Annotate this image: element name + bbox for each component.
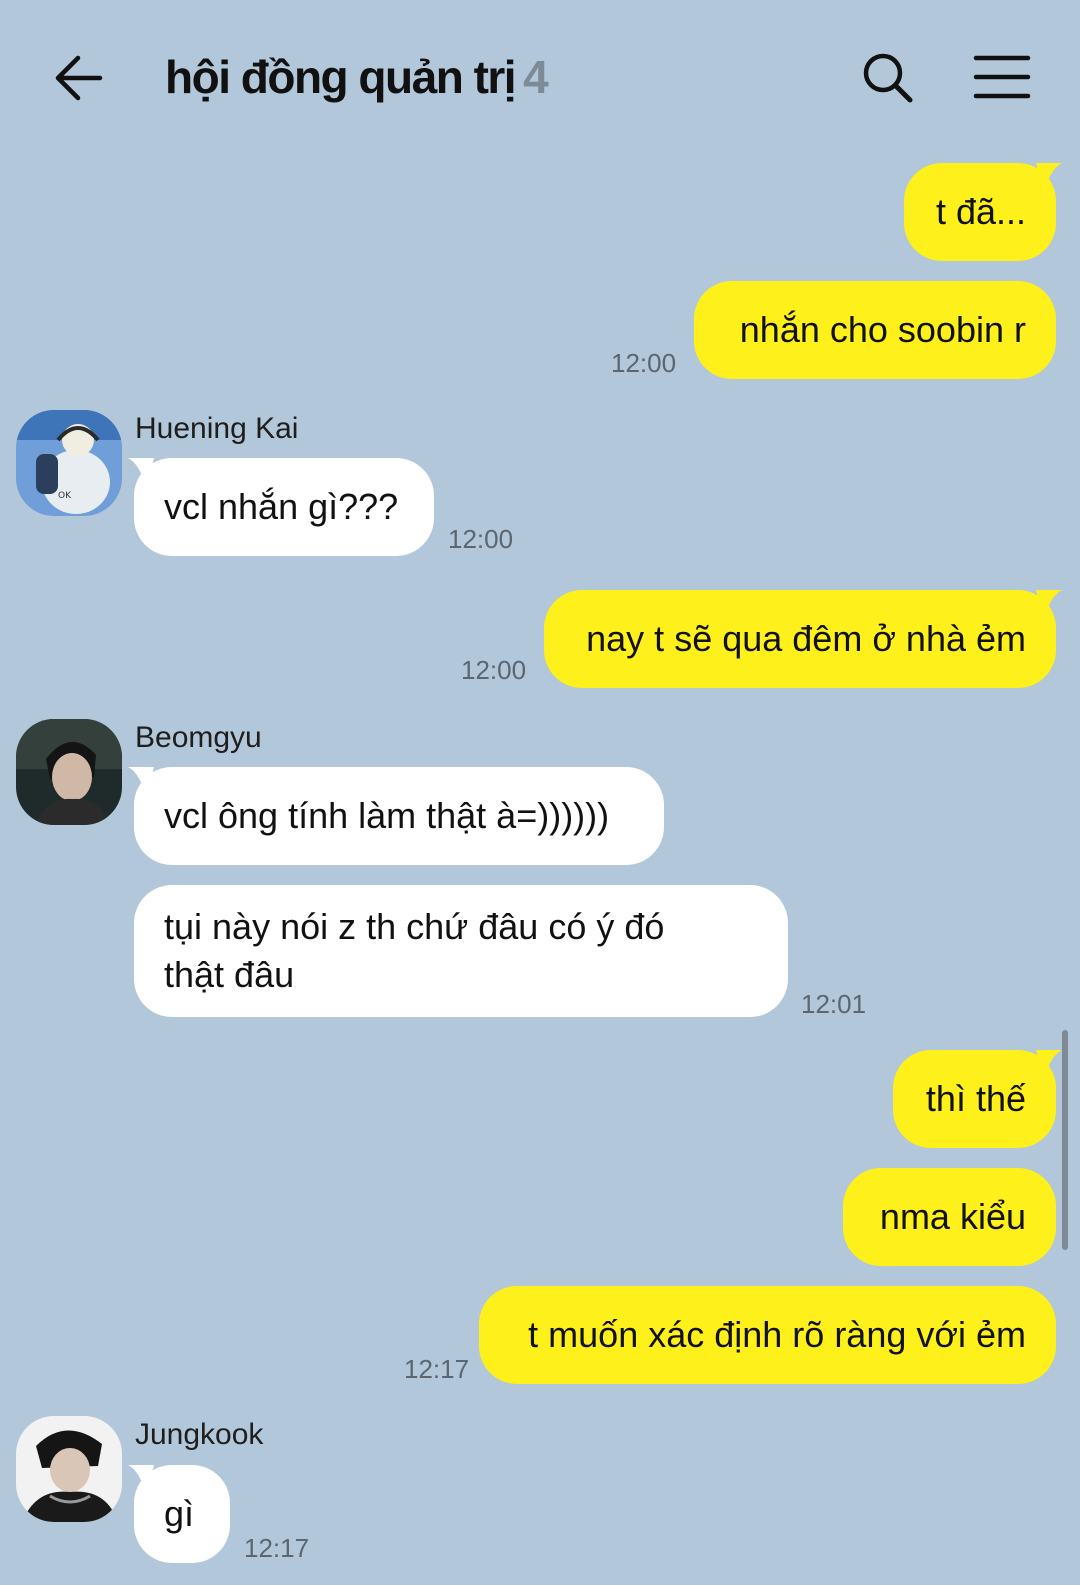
arrow-left-icon <box>55 55 103 101</box>
message-bubble-incoming[interactable]: tụi này nói z th chứ đâu có ý đó thật đâ… <box>134 885 788 1017</box>
bubble-tail <box>1036 1050 1062 1080</box>
message-bubble-outgoing[interactable]: nhắn cho soobin r <box>694 281 1056 379</box>
message-text: vcl nhắn gì??? <box>164 486 399 527</box>
sender-name: Jungkook <box>135 1418 264 1451</box>
hamburger-menu-icon <box>973 55 1031 99</box>
avatar-huening-kai[interactable]: OK <box>16 410 122 516</box>
bubble-tail <box>1036 590 1062 620</box>
member-count: 4 <box>523 51 549 103</box>
message-text: gì <box>164 1493 195 1534</box>
sender-name: Huening Kai <box>135 412 299 445</box>
message-time: 12:00 <box>461 655 527 685</box>
avatar-beomgyu[interactable] <box>16 719 122 825</box>
sender-name: Beomgyu <box>135 721 262 754</box>
svg-text:OK: OK <box>58 491 72 501</box>
bubble-tail <box>128 1465 154 1495</box>
chat-header: hội đồng quản trị 4 <box>0 0 1080 150</box>
message-text: nay t sẽ qua đêm ở nhà ẻm <box>586 618 1026 659</box>
message-text: nhắn cho soobin r <box>739 309 1026 350</box>
bubble-tail <box>1036 163 1062 193</box>
bubble-tail <box>128 767 154 797</box>
search-icon <box>863 53 913 103</box>
message-text: thì thế <box>925 1078 1026 1119</box>
back-button[interactable] <box>50 50 110 106</box>
avatar-jungkook[interactable] <box>16 1416 122 1522</box>
message-bubble-outgoing[interactable]: thì thế <box>893 1050 1056 1148</box>
message-text: tụi này nói z th chứ đâu có ý đó thật đâ… <box>164 906 665 995</box>
scrollbar[interactable] <box>1062 1030 1068 1250</box>
message-time: 12:01 <box>801 989 867 1019</box>
message-text: t muốn xác định rõ ràng với ẻm <box>528 1314 1026 1355</box>
message-time: 12:17 <box>404 1354 470 1384</box>
message-bubble-outgoing[interactable]: nay t sẽ qua đêm ở nhà ẻm <box>544 590 1056 688</box>
message-bubble-outgoing[interactable]: t đã... <box>904 163 1056 261</box>
message-text: vcl ông tính làm thật à=)))))) <box>164 795 610 836</box>
menu-button[interactable] <box>972 52 1032 102</box>
message-bubble-incoming[interactable]: vcl nhắn gì??? <box>134 458 434 556</box>
message-text: t đã... <box>935 191 1026 232</box>
message-bubble-outgoing[interactable]: t muốn xác định rõ ràng với ẻm <box>479 1286 1056 1384</box>
chat-title-group: hội đồng quản trị 4 <box>165 50 549 110</box>
message-bubble-outgoing[interactable]: nma kiểu <box>843 1168 1056 1266</box>
message-time: 12:00 <box>448 524 514 554</box>
message-time: 12:17 <box>244 1533 310 1563</box>
chat-title: hội đồng quản trị <box>165 51 517 103</box>
message-time: 12:00 <box>611 348 677 378</box>
search-button[interactable] <box>860 50 916 106</box>
bubble-tail <box>128 458 154 488</box>
message-text: nma kiểu <box>879 1196 1026 1237</box>
message-bubble-incoming[interactable]: vcl ông tính làm thật à=)))))) <box>134 767 664 865</box>
